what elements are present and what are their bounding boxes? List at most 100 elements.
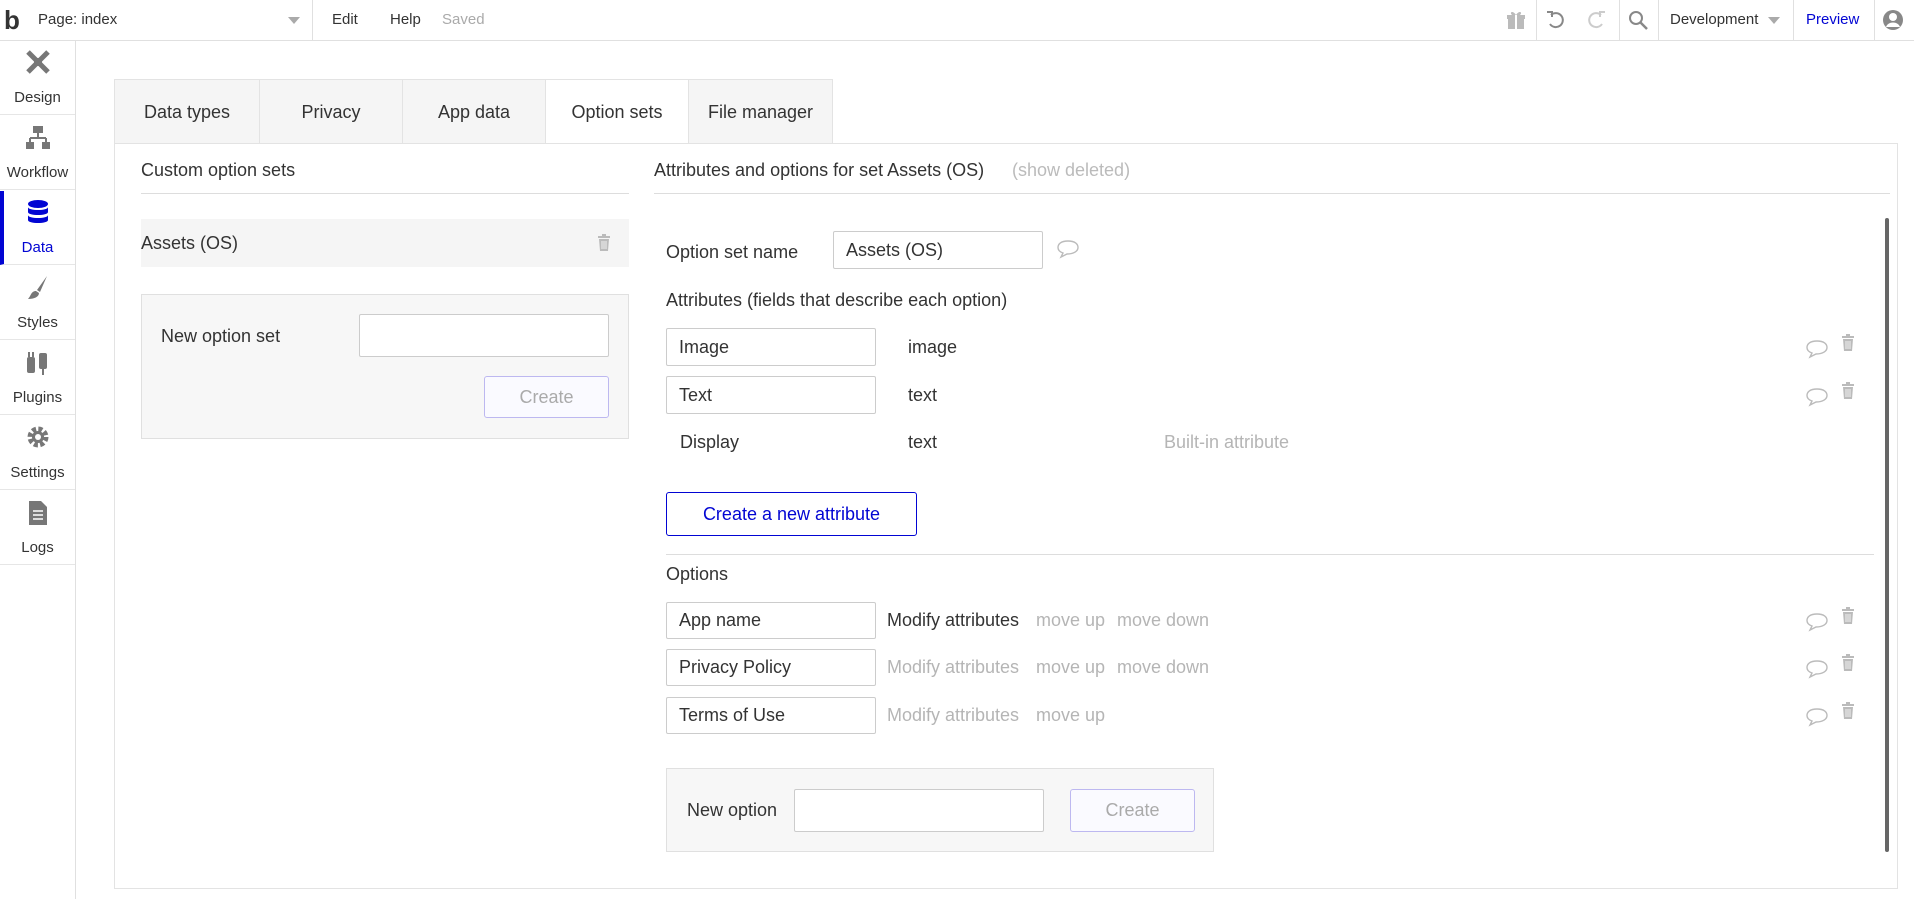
comment-icon[interactable] [1805,387,1829,407]
options-title: Options [666,564,729,584]
plug-icon [27,352,47,375]
new-option-set-label: New option set [161,326,281,346]
comment-icon[interactable] [1805,659,1829,679]
create-attribute-button[interactable]: Create a new attribute [666,492,917,536]
toolbar-divider [1658,0,1659,40]
option-name-input[interactable] [666,602,876,639]
tab-option-sets[interactable]: Option sets [546,79,689,144]
divider [141,193,629,194]
gift-icon[interactable] [1505,9,1527,31]
attributes-title: Attributes (fields that describe each op… [666,290,1008,310]
attribute-type: image [908,337,958,357]
comment-icon[interactable] [1805,707,1829,727]
environment-label: Development [1670,11,1759,28]
chevron-down-icon [288,17,300,24]
sidebar-item-label: Plugins [12,389,63,406]
attribute-name-input[interactable] [666,328,876,366]
attribute-type: text [908,432,938,452]
custom-option-sets-title: Custom option sets [141,160,296,180]
left-sidebar: Design Workflow Data Styles Plugins Sett… [0,41,76,899]
tab-privacy[interactable]: Privacy [260,79,403,144]
sidebar-item-styles[interactable]: Styles [0,266,75,340]
modify-attributes-link[interactable]: Modify attributes [887,610,1019,631]
move-up-link[interactable]: move up [1036,705,1105,726]
option-set-row[interactable]: Assets (OS) [141,219,629,267]
bubble-logo[interactable]: b [4,6,28,34]
brush-icon [28,276,47,299]
new-option-input[interactable] [794,789,1044,832]
trash-icon[interactable] [1841,607,1855,624]
move-up-link[interactable]: move up [1036,657,1105,678]
sidebar-item-label: Data [21,239,54,256]
sidebar-item-workflow[interactable]: Workflow [0,116,75,190]
sidebar-item-label: Design [14,89,61,106]
new-option-label: New option [687,800,778,820]
scrollbar[interactable] [1885,218,1889,852]
tab-app-data[interactable]: App data [403,79,546,144]
trash-icon[interactable] [597,234,611,251]
design-icon [26,50,50,74]
sidebar-item-logs[interactable]: Logs [0,491,75,565]
workflow-icon [26,126,50,149]
page-selector-label: Page: index [38,11,118,28]
attributes-panel-title: Attributes and options for set Assets (O… [654,160,985,180]
saved-status: Saved [442,11,485,28]
sidebar-item-settings[interactable]: Settings [0,416,75,490]
trash-icon[interactable] [1841,382,1855,399]
option-name-input[interactable] [666,697,876,734]
option-name-input[interactable] [666,649,876,686]
undo-icon[interactable] [1545,9,1567,31]
chevron-down-icon [1768,17,1780,24]
built-in-attribute-note: Built-in attribute [1164,432,1290,452]
toolbar-divider [1874,0,1875,40]
user-icon[interactable] [1882,9,1904,31]
divider [666,554,1874,555]
new-option-set-box: New option set Create [141,294,629,439]
modify-attributes-link[interactable]: Modify attributes [887,657,1019,678]
comment-icon[interactable] [1805,612,1829,632]
move-down-link[interactable]: move down [1117,657,1209,678]
sidebar-item-label: Workflow [6,164,69,181]
new-option-set-input[interactable] [359,314,609,357]
environment-selector[interactable]: Development [1670,0,1780,40]
comment-icon[interactable] [1805,339,1829,359]
option-set-name: Assets (OS) [141,233,239,253]
option-set-name-input[interactable] [833,231,1043,269]
redo-icon[interactable] [1585,9,1607,31]
attribute-name-input[interactable] [666,376,876,414]
attribute-name: Display [680,432,740,452]
create-option-set-button[interactable]: Create [484,376,609,418]
divider [654,193,1890,194]
sidebar-item-label: Logs [21,539,54,556]
show-deleted-link[interactable]: (show deleted) [1012,160,1130,181]
toolbar-divider [1793,0,1794,40]
tab-file-manager[interactable]: File manager [689,79,833,144]
toolbar-divider [1619,0,1620,40]
move-down-link[interactable]: move down [1117,610,1209,631]
help-menu[interactable]: Help [390,0,421,40]
sidebar-item-label: Styles [17,314,58,331]
trash-icon[interactable] [1841,654,1855,671]
search-icon[interactable] [1627,9,1649,31]
preview-link[interactable]: Preview [1806,0,1859,40]
sidebar-item-data[interactable]: Data [0,191,75,265]
sidebar-item-design[interactable]: Design [0,41,75,115]
create-option-button[interactable]: Create [1070,789,1195,832]
option-sets-panel: Custom option sets Assets (OS) New optio… [114,143,1898,889]
attribute-type: text [908,385,938,405]
database-icon [28,200,48,223]
move-up-link[interactable]: move up [1036,610,1105,631]
modify-attributes-link[interactable]: Modify attributes [887,705,1019,726]
sidebar-item-plugins[interactable]: Plugins [0,341,75,415]
edit-menu[interactable]: Edit [332,0,358,40]
trash-icon[interactable] [1841,334,1855,351]
tab-data-types[interactable]: Data types [114,79,260,144]
page-selector[interactable]: Page: index [38,0,313,40]
sidebar-item-label: Settings [10,464,65,481]
comment-icon[interactable] [1056,239,1080,259]
data-editor: Data types Privacy App data Option sets … [114,79,1898,889]
new-option-box: New option Create [666,768,1214,852]
option-set-name-label: Option set name [666,242,799,262]
trash-icon[interactable] [1841,702,1855,719]
top-bar: b Page: index Edit Help Saved Developmen… [0,0,1914,41]
